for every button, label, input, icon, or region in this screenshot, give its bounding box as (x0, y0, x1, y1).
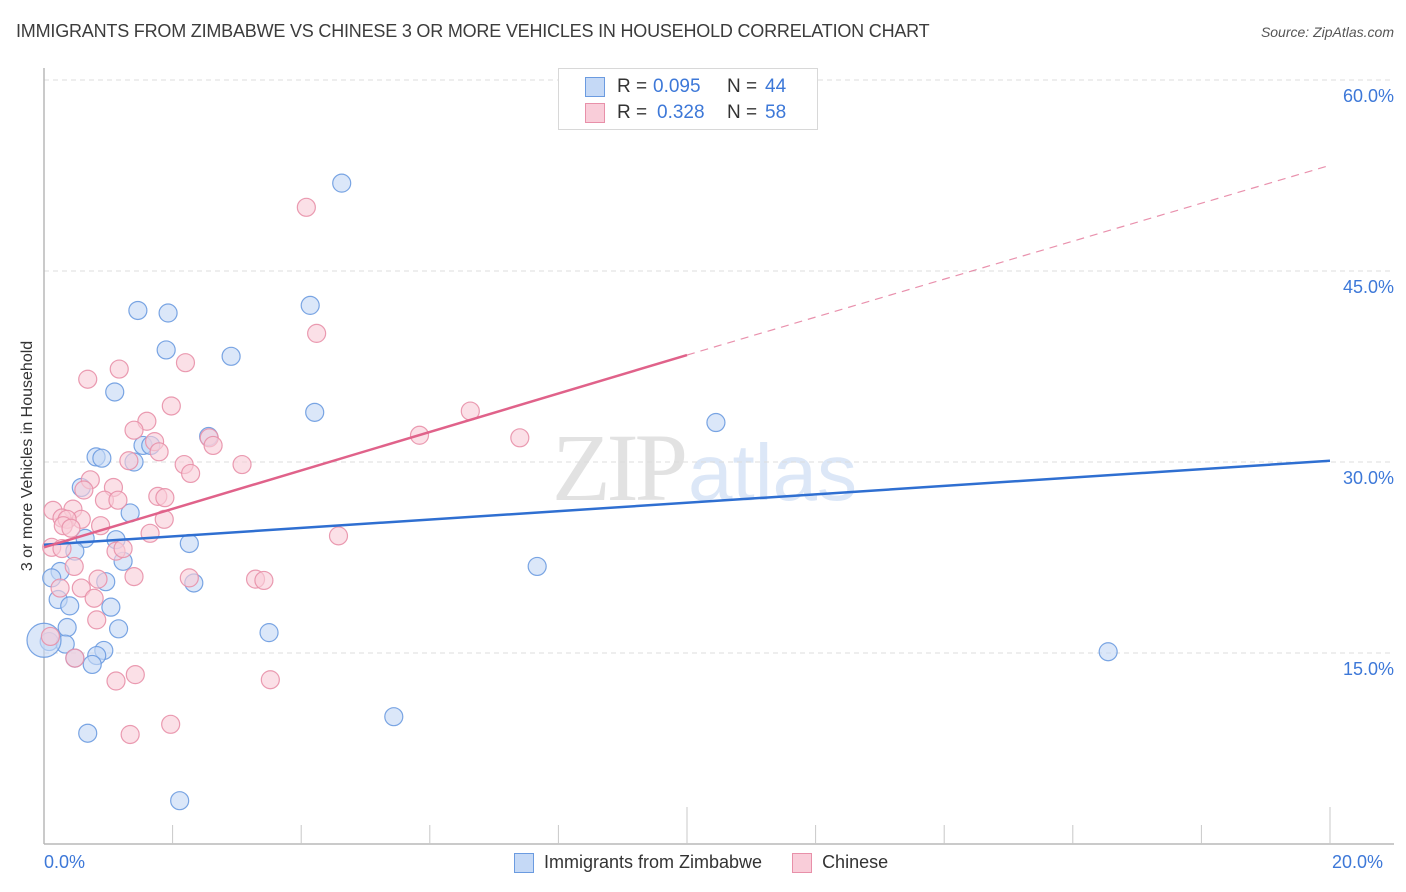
data-point (156, 340, 176, 360)
data-point (161, 396, 181, 416)
data-point (181, 463, 201, 484)
stats-legend: R = 0.095 N = 44 R = 0.328 N = 58 (558, 68, 818, 130)
data-point (119, 451, 139, 471)
data-point (140, 523, 160, 543)
data-point (527, 556, 547, 577)
data-point (706, 412, 726, 433)
data-point (332, 173, 352, 193)
data-point (203, 435, 223, 456)
y-axis-label: 3 or more Vehicles in Household (19, 340, 36, 572)
legend-label: Immigrants from Zimbabwe (544, 852, 763, 872)
data-point (106, 671, 126, 691)
data-point (101, 597, 121, 617)
legend-row-zimbabwe: R = 0.095 N = 44 (585, 75, 786, 99)
data-point (88, 569, 108, 589)
data-point (149, 442, 169, 462)
data-point (179, 568, 199, 588)
data-point (260, 670, 280, 690)
data-point (74, 480, 94, 500)
data-point (120, 724, 140, 745)
y-tick-label: 30.0% (1342, 468, 1394, 488)
data-point (259, 623, 279, 643)
trend-line-zimbabwe (43, 459, 1331, 547)
data-point (78, 723, 98, 743)
series-chinese-points (40, 197, 530, 745)
data-point (296, 197, 316, 217)
legend-item-chinese[interactable]: Chinese (792, 852, 888, 873)
data-point (82, 654, 102, 675)
data-point (254, 570, 274, 591)
series-zimbabwe-points (26, 173, 1118, 811)
data-point (1098, 642, 1118, 662)
data-point (61, 518, 81, 538)
data-point (113, 538, 133, 559)
n-label: N = (727, 76, 758, 97)
data-point (128, 300, 148, 321)
data-point (124, 566, 144, 587)
n-value: 58 (765, 102, 787, 123)
n-label: N = (727, 102, 758, 123)
data-point (305, 402, 325, 422)
r-value: 0.095 (653, 76, 701, 97)
data-point (64, 556, 84, 577)
data-point (125, 665, 145, 685)
r-value: 0.328 (657, 102, 705, 123)
data-point (221, 346, 241, 366)
data-point (108, 619, 129, 639)
data-point (124, 420, 144, 440)
grid-lines (44, 79, 1394, 654)
data-point (510, 428, 530, 448)
data-point (300, 295, 320, 315)
data-point (84, 588, 104, 608)
legend-swatch-pink (585, 103, 605, 123)
x-tick-label: 20.0% (1332, 852, 1384, 872)
data-point (40, 626, 61, 647)
data-point (108, 490, 128, 510)
data-point (161, 714, 181, 734)
axes (43, 68, 1394, 845)
data-point (87, 610, 107, 630)
data-point (328, 526, 349, 546)
data-point (109, 359, 129, 379)
data-point (50, 578, 70, 598)
data-point (175, 353, 196, 373)
data-point (170, 791, 190, 811)
data-point (78, 369, 98, 389)
legend-item-zimbabwe[interactable]: Immigrants from Zimbabwe (514, 852, 762, 873)
trend-line-chinese-extrapolated (686, 164, 1331, 356)
data-point (60, 596, 80, 616)
data-point (158, 303, 178, 323)
data-point (65, 648, 85, 668)
x-tick-label: 0.0% (44, 852, 86, 872)
legend-row-chinese: R = 0.328 N = 58 (585, 101, 786, 125)
scatter-plot (26, 68, 1394, 845)
y-tick-label: 15.0% (1342, 659, 1394, 679)
data-point (307, 323, 327, 343)
data-point (155, 488, 175, 508)
legend-swatch-pink (792, 852, 813, 873)
n-value: 44 (765, 76, 787, 97)
legend-label: Chinese (822, 852, 889, 872)
r-label: R = (617, 76, 648, 97)
r-label: R = (617, 102, 648, 123)
data-point (179, 533, 199, 554)
data-point (232, 454, 252, 475)
y-tick-label: 60.0% (1342, 86, 1394, 106)
legend-swatch-blue (514, 852, 534, 873)
data-point (92, 448, 112, 468)
series-legend: Immigrants from Zimbabwe Chinese (514, 852, 918, 873)
y-tick-label: 45.0% (1342, 277, 1394, 297)
data-point (105, 382, 125, 402)
legend-swatch-blue (585, 77, 605, 97)
data-point (57, 617, 77, 638)
data-point (384, 707, 404, 727)
